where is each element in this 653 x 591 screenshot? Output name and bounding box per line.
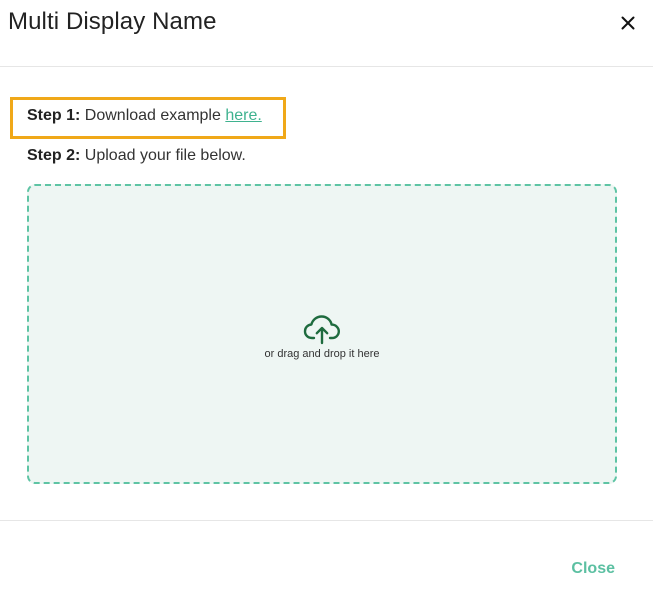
step-2: Step 2: Upload your file below.	[27, 147, 246, 165]
step-2-text: Upload your file below.	[84, 147, 246, 164]
dialog-header: Multi Display Name	[0, 0, 653, 67]
step-1-label: Step 1:	[27, 107, 81, 124]
file-dropzone[interactable]: or drag and drop it here	[27, 184, 617, 484]
dropzone-content: or drag and drop it here	[29, 313, 615, 360]
step-2-label: Step 2:	[27, 147, 81, 164]
cloud-upload-icon	[303, 315, 340, 345]
step-1-text: Download example	[84, 107, 221, 124]
close-icon-glyph	[621, 16, 635, 30]
dialog-title: Multi Display Name	[8, 8, 217, 35]
close-button[interactable]: Close	[571, 560, 615, 578]
step-1: Step 1: Download example here.	[27, 107, 262, 125]
dialog-body: Step 1: Download example here. Step 2: U…	[0, 67, 653, 520]
dialog-footer: Close	[0, 520, 653, 591]
close-icon[interactable]	[617, 12, 639, 34]
download-example-link[interactable]: here.	[225, 107, 261, 124]
dropzone-text: or drag and drop it here	[264, 348, 380, 360]
multi-display-name-dialog: Multi Display Name Step 1: Download exam…	[0, 0, 653, 591]
